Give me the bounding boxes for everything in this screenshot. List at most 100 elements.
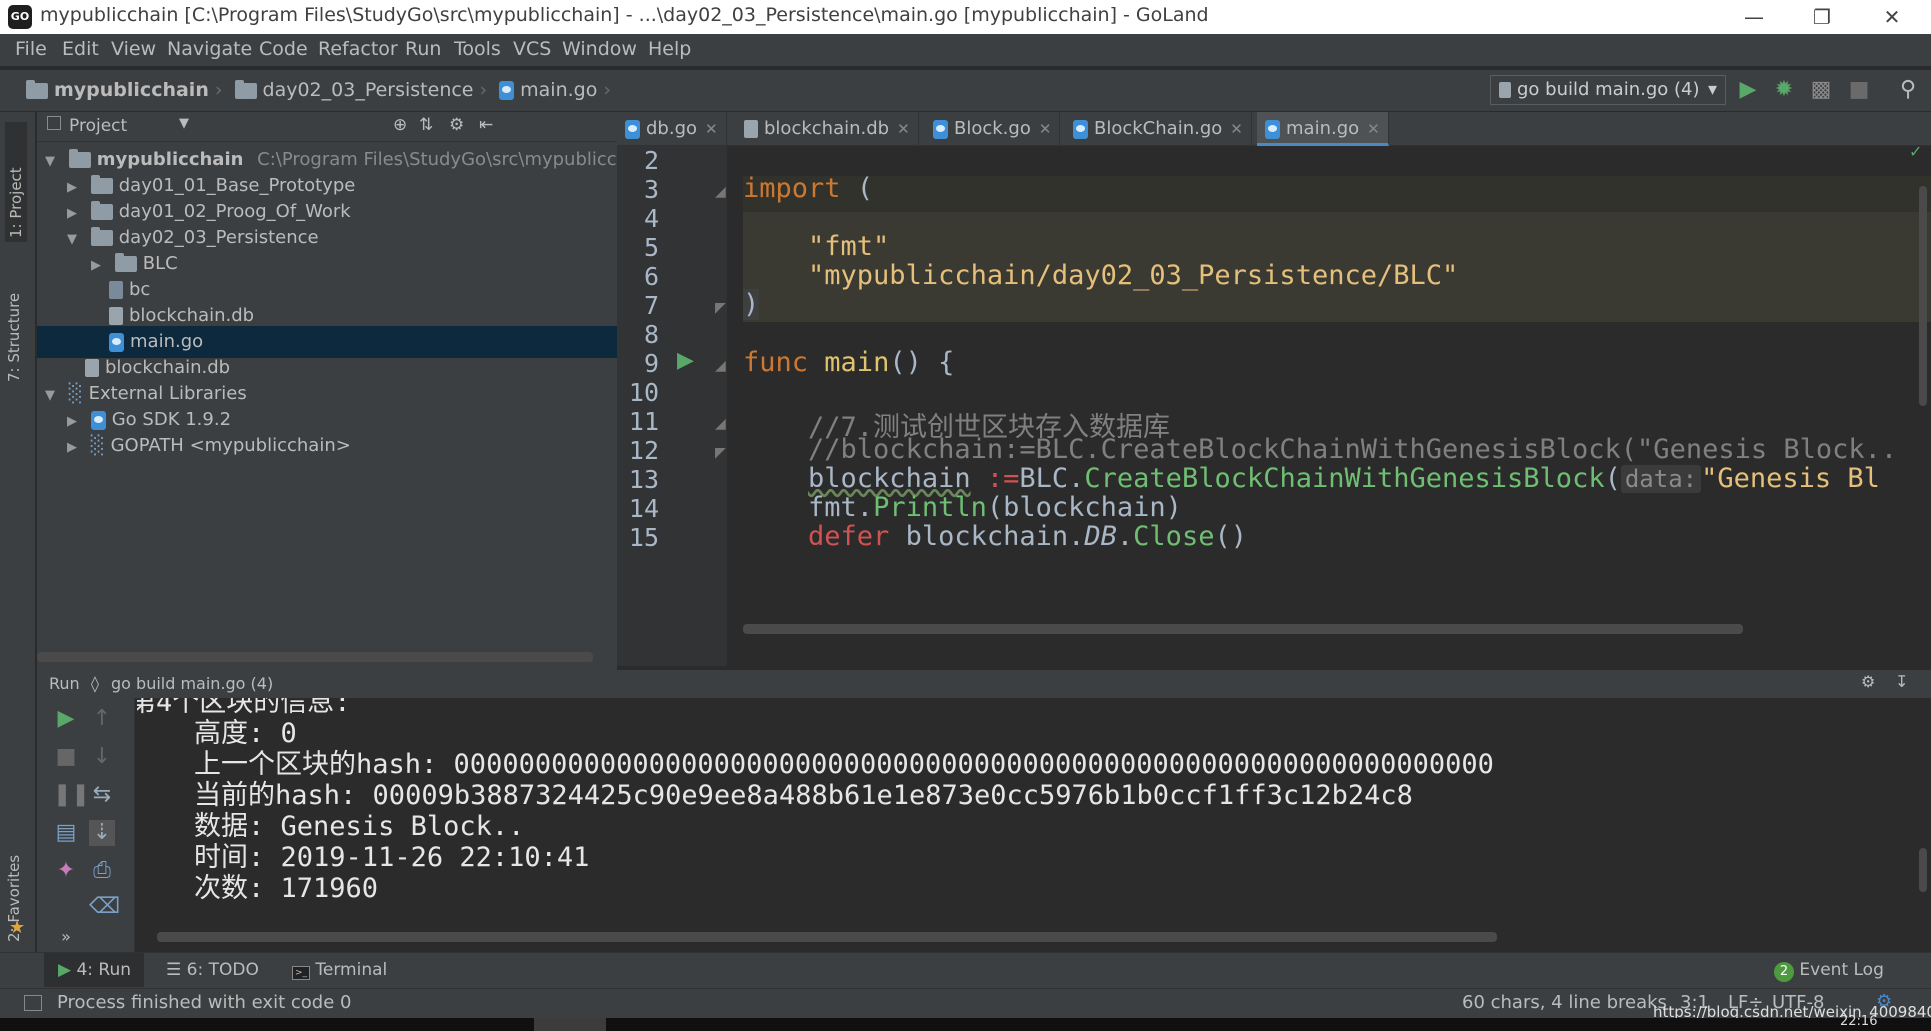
clear-all-icon[interactable]: ⌫: [89, 894, 120, 920]
search-icon[interactable]: ⚲: [1895, 77, 1921, 103]
run-configuration-tab[interactable]: go build main.go (4): [111, 674, 273, 693]
go-sdk-icon: [90, 410, 106, 430]
code-text: () {: [889, 347, 955, 378]
code-line-12: //blockchain:=BLC.CreateBlockChainWithGe…: [743, 434, 1897, 465]
line-number: 13: [628, 465, 659, 494]
project-scrollbar[interactable]: [37, 652, 593, 662]
collapse-icon[interactable]: ⇅: [419, 115, 433, 135]
tab-main-go[interactable]: main.go ✕: [1257, 112, 1389, 146]
rerun-icon[interactable]: ▶: [53, 706, 79, 732]
toggle-tool-windows-icon[interactable]: [24, 995, 42, 1011]
collapsed-arrow-icon[interactable]: ▶: [67, 432, 85, 464]
scroll-to-end-icon[interactable]: ⇣: [89, 820, 115, 846]
fold-icon[interactable]: ◢: [715, 184, 726, 200]
line-number: 10: [628, 378, 659, 407]
tab-label: BlockChain.go: [1094, 118, 1223, 139]
tree-item-label: blockchain.db: [129, 305, 255, 326]
menu-file[interactable]: File: [15, 38, 47, 60]
chevron-down-icon[interactable]: ▼: [179, 116, 189, 131]
code-text: blockchain.: [889, 521, 1085, 552]
fold-icon[interactable]: ◢: [715, 416, 726, 432]
gear-icon[interactable]: ⚙: [1861, 672, 1875, 691]
tab-label: Block.go: [954, 118, 1031, 139]
restore-layout-icon[interactable]: ▤: [53, 820, 79, 846]
code-text: BLC.: [1019, 463, 1085, 494]
console-horizontal-scrollbar[interactable]: [157, 932, 1497, 942]
more-icon[interactable]: »: [53, 924, 79, 950]
gear-icon[interactable]: ⚙: [449, 115, 464, 135]
breadcrumb-file[interactable]: main.go: [520, 79, 597, 101]
pause-icon[interactable]: ❚❚: [53, 782, 90, 808]
menu-refactor[interactable]: Refactor: [318, 38, 398, 60]
menu-window[interactable]: Window: [562, 38, 637, 60]
pin-icon[interactable]: ✦: [53, 858, 79, 884]
close-icon[interactable]: ✕: [1862, 0, 1922, 34]
console-vertical-scrollbar[interactable]: [1919, 848, 1927, 892]
close-tab-icon[interactable]: ✕: [705, 120, 718, 138]
tab-terminal[interactable]: >_ Terminal: [292, 953, 387, 987]
goland-logo: GO: [8, 5, 32, 29]
fold-icon[interactable]: ◢: [715, 358, 726, 374]
project-view-label[interactable]: Project: [69, 116, 127, 136]
print-icon[interactable]: ⎙: [89, 858, 115, 884]
debug-icon[interactable]: ✹: [1771, 77, 1797, 103]
folder-icon: [114, 253, 137, 272]
soft-wrap-icon[interactable]: ⇆: [89, 782, 115, 808]
restore-icon[interactable]: ❐: [1792, 0, 1852, 34]
fold-icon[interactable]: ◤: [715, 300, 726, 316]
close-tab-icon[interactable]: ✕: [897, 120, 910, 138]
stop-icon[interactable]: ■: [1846, 77, 1872, 103]
tab-block-go[interactable]: Block.go ✕: [925, 112, 1061, 146]
hide-panel-icon[interactable]: ↧: [1895, 672, 1908, 691]
run-toolbar: ▶ ↑ ■ ↓ ❚❚ ⇆ ▤ ⇣ ⎙ ✦ ⌫ »: [37, 698, 135, 952]
coverage-icon[interactable]: ▩: [1808, 77, 1834, 103]
run-gutter-icon[interactable]: ▶: [677, 348, 694, 373]
code-line-9: func main() {: [743, 347, 954, 378]
menu-tools[interactable]: Tools: [454, 38, 501, 60]
menu-edit[interactable]: Edit: [62, 38, 99, 60]
stop-icon[interactable]: ■: [53, 744, 79, 770]
locate-icon[interactable]: ⊕: [393, 115, 407, 135]
close-tab-icon[interactable]: ✕: [1230, 120, 1243, 138]
tab-blockchain-db[interactable]: blockchain.db ✕: [736, 112, 919, 146]
editor-horizontal-scrollbar[interactable]: [743, 624, 1743, 634]
breadcrumb-project[interactable]: mypublicchain: [54, 79, 209, 101]
event-log-button[interactable]: 2 Event Log: [1774, 953, 1884, 987]
folder-icon: [234, 79, 257, 99]
tab-structure[interactable]: 7: Structure: [5, 262, 23, 382]
console-line: 次数: 171960: [137, 873, 379, 904]
go-file-icon: [499, 81, 515, 100]
run-console-output[interactable]: 第4个区块的信息: 高度: 0 上一个区块的hash: 000000000000…: [137, 698, 1931, 944]
hide-icon[interactable]: ⇤: [479, 115, 493, 135]
close-tab-icon[interactable]: ✕: [1367, 120, 1380, 138]
down-arrow-icon[interactable]: ↓: [89, 744, 115, 770]
left-tool-strip: 1: Project 7: Structure 2: Favorites ★: [0, 112, 36, 952]
tab-db-go[interactable]: db.go ✕: [617, 112, 727, 146]
menu-navigate[interactable]: Navigate: [167, 38, 252, 60]
tree-item-gopath[interactable]: ▶ ░ GOPATH <mypublicchain>: [37, 430, 617, 462]
menu-help[interactable]: Help: [648, 38, 691, 60]
tab-blockchain-go[interactable]: BlockChain.go ✕: [1065, 112, 1252, 146]
menu-run[interactable]: Run: [405, 38, 441, 60]
line-number: 11: [628, 407, 659, 436]
tab-run[interactable]: ▶ 4: Run: [44, 953, 144, 987]
db-file-icon: [85, 359, 99, 377]
editor-vertical-scrollbar[interactable]: [1919, 186, 1927, 406]
code-editor[interactable]: 2 3 4 5 6 7 8 9 10 11 12 13 14 15 ▶ ◢ ◤ …: [617, 146, 1931, 666]
check-icon: ✓: [1909, 146, 1923, 161]
run-configuration-select[interactable]: go build main.go (4) ▾: [1490, 75, 1726, 105]
menu-code[interactable]: Code: [259, 38, 308, 60]
minimize-icon[interactable]: —: [1724, 0, 1784, 34]
line-number: 2: [643, 146, 659, 175]
close-tab-icon[interactable]: ✕: [1039, 120, 1052, 138]
run-icon[interactable]: ▶: [1735, 77, 1761, 103]
tab-todo[interactable]: ☰ 6: TODO: [166, 953, 259, 987]
up-arrow-icon[interactable]: ↑: [89, 706, 115, 732]
tab-project[interactable]: 1: Project: [5, 122, 27, 242]
db-file-icon: [744, 120, 758, 138]
menu-view[interactable]: View: [111, 38, 156, 60]
fold-icon[interactable]: ◤: [715, 445, 726, 461]
menu-vcs[interactable]: VCS: [513, 38, 551, 60]
breadcrumb-folder[interactable]: day02_03_Persistence: [263, 79, 474, 101]
taskbar-app-button[interactable]: [534, 1018, 606, 1031]
